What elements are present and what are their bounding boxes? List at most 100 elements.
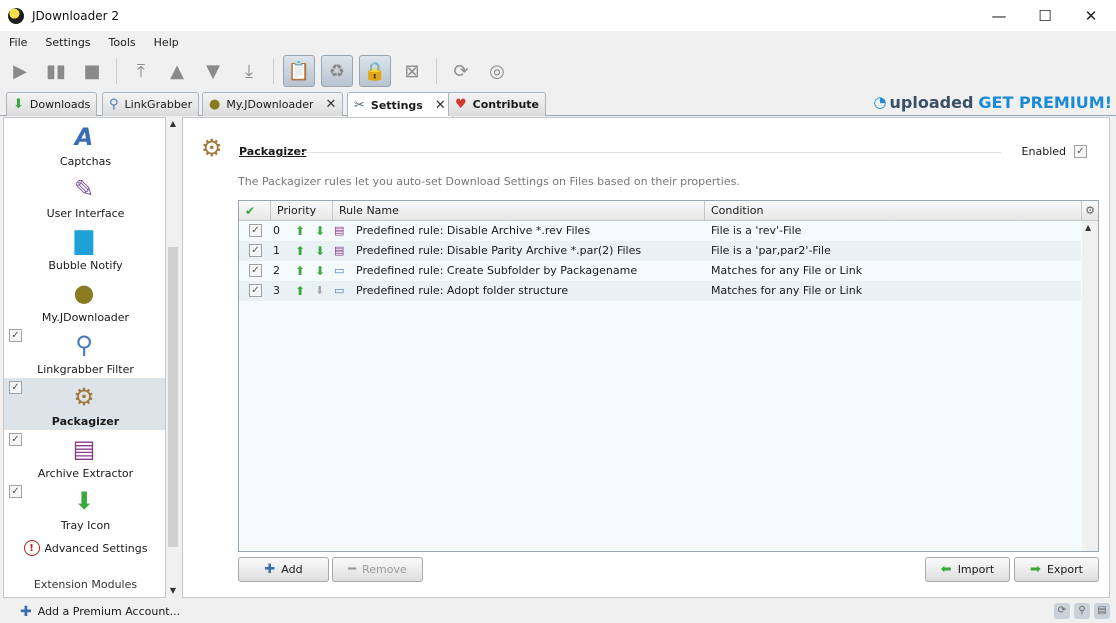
auto-reconnect-icon[interactable]: ♻	[321, 55, 353, 87]
menu-help[interactable]: Help	[145, 36, 188, 49]
table-row[interactable]: ✓ 1 ⬆ ⬇ ▤ Predefined rule: Disable Parit…	[239, 241, 1081, 261]
archive-icon: ▤	[72, 435, 96, 463]
enabled-column-icon[interactable]: ✔	[239, 201, 271, 221]
sidebar-item-bubble-notify[interactable]: ▇ Bubble Notify	[4, 222, 165, 274]
enable-checkbox[interactable]: ✓	[9, 329, 22, 342]
menu-settings[interactable]: Settings	[36, 36, 99, 49]
column-rule-name[interactable]: Rule Name	[333, 201, 705, 221]
move-bottom-icon[interactable]: ⤓	[237, 59, 261, 83]
maximize-button[interactable]: ☐	[1022, 0, 1068, 31]
stop-icon[interactable]: ■	[80, 59, 104, 83]
table-scrollbar[interactable]: ▲	[1082, 221, 1098, 551]
export-button[interactable]: ➡ Export	[1014, 557, 1099, 582]
sidebar-item-linkgrabber-filter[interactable]: ✓ ⚲ Linkgrabber Filter	[4, 326, 165, 378]
filter-icon: ⚲	[75, 331, 93, 359]
table-row[interactable]: ✓ 0 ⬆ ⬇ ▤ Predefined rule: Disable Archi…	[239, 221, 1081, 241]
title-bar: JDownloader 2 — ☐ ✕	[0, 0, 1116, 31]
premium-promo-banner[interactable]: ◔ uploaded GET PREMIUM!	[873, 92, 1112, 112]
sidebar-scrollbar[interactable]: ▲ ▼	[166, 117, 180, 598]
premium-toggle-icon[interactable]: 🔒	[359, 55, 391, 87]
sidebar-item-packagizer[interactable]: ✓ ⚙ Packagizer	[4, 378, 165, 430]
rule-enabled-checkbox[interactable]: ✓	[249, 284, 262, 297]
rule-enabled-checkbox[interactable]: ✓	[249, 244, 262, 257]
remove-label: Remove	[362, 563, 407, 576]
remove-button[interactable]: ━ Remove	[332, 557, 423, 582]
table-row[interactable]: ✓ 2 ⬆ ⬇ ▭ Predefined rule: Create Subfol…	[239, 261, 1081, 281]
move-down-icon[interactable]: ⬇	[315, 241, 325, 261]
scroll-up-icon[interactable]: ▲	[166, 117, 180, 131]
column-condition[interactable]: Condition	[705, 201, 1082, 221]
move-up-icon[interactable]: ⬆	[295, 261, 305, 281]
play-icon[interactable]: ▶	[8, 59, 32, 83]
rule-enabled-checkbox[interactable]: ✓	[249, 264, 262, 277]
enable-checkbox[interactable]: ✓	[9, 381, 22, 394]
move-up-icon[interactable]: ▲	[165, 59, 189, 83]
toolbar-separator	[273, 58, 274, 84]
silent-mode-icon[interactable]: ⊠	[400, 59, 424, 83]
toolbar-separator	[436, 58, 437, 84]
tab-linkgrabber[interactable]: ⚲ LinkGrabber	[102, 92, 200, 116]
tray-icon: ⬇	[73, 487, 95, 515]
move-down-icon[interactable]: ⬇	[315, 261, 325, 281]
sidebar-item-captchas[interactable]: A Captchas	[4, 118, 165, 170]
column-priority[interactable]: Priority	[271, 201, 333, 221]
speech-bubble-icon: ▇	[74, 227, 94, 255]
menu-tools[interactable]: Tools	[100, 36, 145, 49]
update-icon[interactable]: ⟳	[449, 59, 473, 83]
close-button[interactable]: ✕	[1068, 0, 1114, 31]
linkgrabber-status-icon[interactable]: ⚲	[1074, 603, 1090, 619]
move-down-icon[interactable]: ▼	[201, 59, 225, 83]
tab-contribute[interactable]: ♥ Contribute	[448, 92, 546, 116]
update-status-icon[interactable]: ⟳	[1054, 603, 1070, 619]
enabled-checkbox[interactable]: ✓	[1074, 145, 1087, 158]
add-button[interactable]: ✚ Add	[238, 557, 329, 582]
sidebar-item-user-interface[interactable]: ✎ User Interface	[4, 170, 165, 222]
sidebar-item-extension-modules[interactable]: Extension Modules	[4, 578, 165, 591]
enable-checkbox[interactable]: ✓	[9, 485, 22, 498]
scroll-thumb[interactable]	[168, 247, 178, 547]
close-icon[interactable]: ✕	[435, 98, 446, 113]
clipboard-monitor-icon[interactable]: 📋	[283, 55, 315, 87]
move-up-icon[interactable]: ⬆	[295, 281, 305, 301]
move-up-icon[interactable]: ⬆	[295, 241, 305, 261]
rule-enabled-checkbox[interactable]: ✓	[249, 224, 262, 237]
sidebar-item-archive-extractor[interactable]: ✓ ▤ Archive Extractor	[4, 430, 165, 482]
heart-icon: ♥	[455, 97, 467, 112]
enabled-toggle[interactable]: Enabled ✓	[1022, 145, 1087, 158]
import-button[interactable]: ⬅ Import	[925, 557, 1010, 582]
promo-brand: uploaded	[889, 92, 974, 112]
tab-label: Downloads	[29, 98, 91, 111]
scroll-down-icon[interactable]: ▼	[166, 584, 180, 598]
extraction-status-icon[interactable]: ▤	[1094, 603, 1110, 619]
gear-icon[interactable]: ⚙	[1082, 201, 1098, 221]
tab-myjdownloader[interactable]: ● My.JDownloader ✕	[202, 92, 344, 116]
scroll-up-icon[interactable]: ▲	[1085, 223, 1091, 232]
add-premium-account-link[interactable]: Add a Premium Account...	[38, 605, 180, 618]
enable-checkbox[interactable]: ✓	[9, 433, 22, 446]
close-icon[interactable]: ✕	[325, 97, 336, 112]
rule-condition: Matches for any File or Link	[711, 264, 863, 277]
menu-file[interactable]: File	[0, 36, 36, 49]
sidebar-item-label: Advanced Settings	[44, 541, 148, 555]
pause-icon[interactable]: ▮▮	[44, 59, 68, 83]
move-down-icon[interactable]: ⬇	[315, 221, 325, 241]
warning-icon: !	[23, 540, 40, 556]
sidebar-item-myjdownloader[interactable]: ● My.JDownloader	[4, 274, 165, 326]
tab-label: Settings	[370, 98, 423, 112]
sidebar-item-advanced-settings[interactable]: ! Advanced Settings	[4, 536, 165, 560]
title-divider	[301, 152, 1001, 153]
archive-icon: ▤	[334, 224, 345, 237]
move-up-icon[interactable]: ⬆	[295, 221, 305, 241]
myjd-icon: ●	[209, 97, 221, 112]
rules-table: ✔ Priority Rule Name Condition ⚙ ✓ 0 ⬆ ⬇…	[238, 200, 1099, 552]
reconnect-icon[interactable]: ◎	[485, 59, 509, 83]
move-top-icon[interactable]: ⤒	[129, 59, 153, 83]
archive-icon: ▤	[334, 244, 345, 257]
minimize-button[interactable]: —	[976, 0, 1022, 31]
tab-settings[interactable]: ✂ Settings ✕	[347, 92, 453, 117]
toolbar-separator	[116, 58, 117, 84]
tab-downloads[interactable]: ⬇ Downloads	[6, 92, 98, 116]
table-row[interactable]: ✓ 3 ⬆ ⬇ ▭ Predefined rule: Adopt folder …	[239, 281, 1081, 301]
sidebar-item-tray-icon[interactable]: ✓ ⬇ Tray Icon	[4, 482, 165, 534]
rule-name: Predefined rule: Adopt folder structure	[356, 284, 569, 297]
